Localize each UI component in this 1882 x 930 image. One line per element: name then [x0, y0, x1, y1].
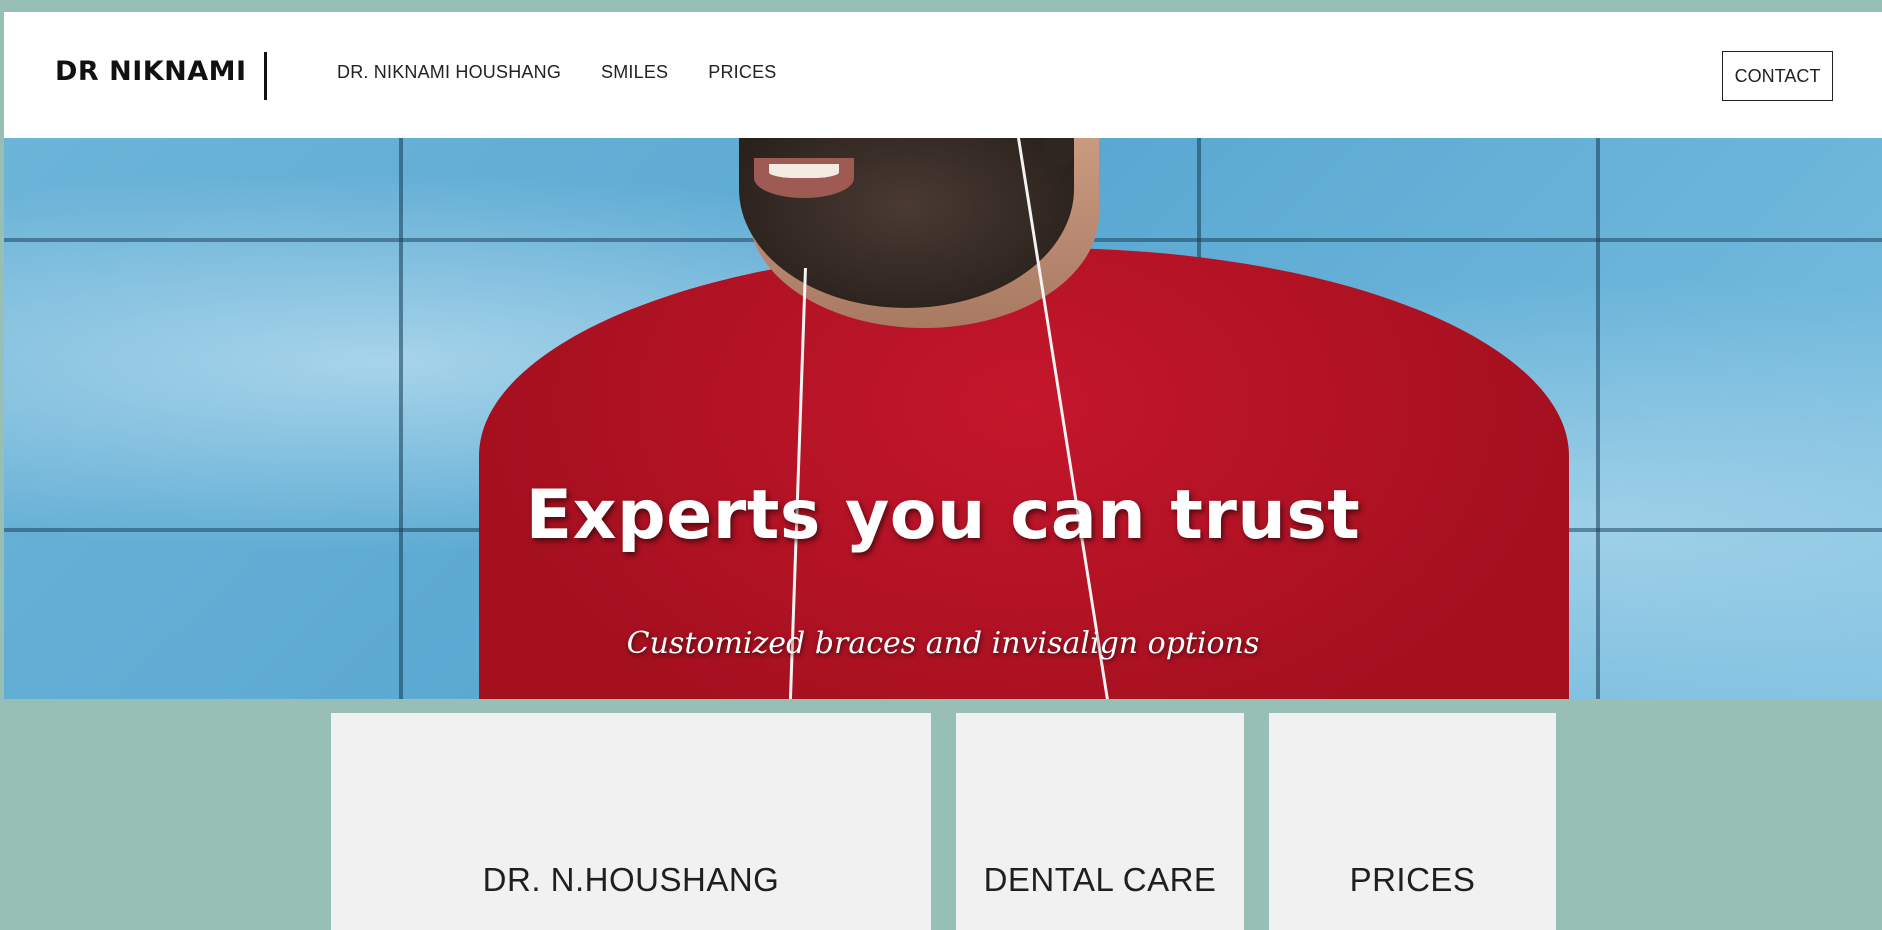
card-prices-label: PRICES [1349, 861, 1476, 898]
nav-link-prices[interactable]: PRICES [708, 62, 776, 83]
hero-image-hair [1044, 138, 1074, 166]
card-dental-care[interactable]: DENTAL CARE [956, 713, 1244, 930]
page-frame: DR NIKNAMI DR. NIKNAMI HOUSHANG SMILES P… [4, 12, 1882, 930]
card-houshang-label: DR. N.HOUSHANG [482, 861, 780, 898]
site-logo[interactable]: DR NIKNAMI [55, 56, 247, 87]
main-nav: DR. NIKNAMI HOUSHANG SMILES PRICES [337, 62, 776, 83]
site-header: DR NIKNAMI DR. NIKNAMI HOUSHANG SMILES P… [4, 12, 1882, 138]
hero-subtitle: Customized braces and invisalign options [626, 626, 1260, 661]
nav-link-houshang[interactable]: DR. NIKNAMI HOUSHANG [337, 62, 561, 83]
nav-link-smiles[interactable]: SMILES [601, 62, 668, 83]
contact-button[interactable]: CONTACT [1722, 51, 1833, 101]
hero-title: Experts you can trust [525, 476, 1361, 555]
hero-banner: Experts you can trust Customized braces … [4, 138, 1882, 699]
logo-divider [264, 52, 267, 100]
card-prices[interactable]: PRICES [1269, 713, 1556, 930]
hero-image-teeth [769, 164, 839, 178]
card-dental-care-label: DENTAL CARE [983, 861, 1217, 898]
card-houshang[interactable]: DR. N.HOUSHANG [331, 713, 931, 930]
